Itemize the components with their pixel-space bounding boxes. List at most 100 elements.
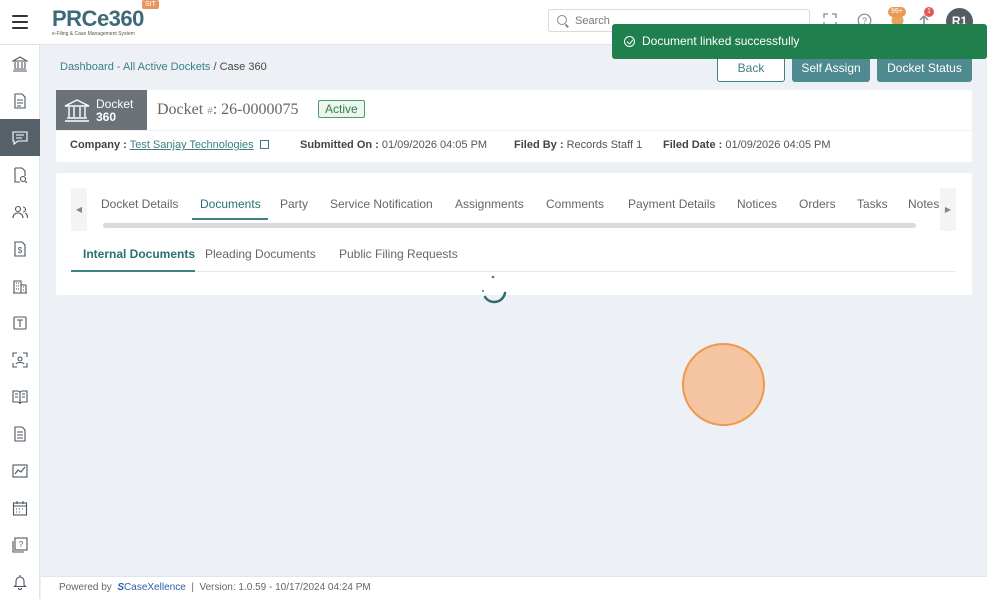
chart-icon	[12, 463, 28, 478]
logo-subtitle: e-Filing & Case Management System	[52, 31, 135, 37]
powered-by-label: Powered by	[59, 582, 112, 593]
tab-strip: ◀ Docket Details Documents Party Service…	[71, 188, 956, 231]
filed-date-label: Filed Date :	[663, 139, 723, 151]
submitted-info: Submitted On : 01/09/2026 04:05 PM	[300, 139, 487, 151]
divider	[56, 130, 972, 131]
sidebar-item-reports[interactable]	[0, 415, 40, 452]
footer-separator: |	[191, 582, 194, 593]
users-icon	[12, 205, 28, 218]
filed-date-info: Filed Date : 01/09/2026 04:05 PM	[663, 139, 831, 151]
docket-tag-number: 360	[96, 110, 117, 124]
scan-icon	[12, 351, 28, 368]
sidebar-item-help[interactable]: ?	[0, 526, 40, 563]
sidebar-item-analytics[interactable]	[0, 452, 40, 489]
docket-number: : 26-0000075	[212, 101, 299, 118]
document-search-icon	[14, 166, 28, 183]
docket-title: Docket #: 26-0000075	[157, 101, 298, 119]
filed-by-info: Filed By : Records Staff 1	[514, 139, 642, 151]
sidebar-item-users[interactable]	[0, 193, 40, 230]
cursor-highlight	[682, 343, 765, 426]
docket-status-button[interactable]: Docket Status	[877, 55, 972, 82]
loading-spinner-icon	[482, 275, 507, 304]
search-icon	[557, 15, 567, 25]
book-icon	[12, 389, 28, 404]
breadcrumb: Dashboard - All Active Dockets / Case 36…	[60, 61, 267, 73]
success-toast[interactable]: Document linked successfully	[612, 24, 987, 59]
docket-tabs-card: ◀ Docket Details Documents Party Service…	[56, 173, 972, 295]
building-icon	[13, 279, 27, 294]
bell-icon	[13, 574, 27, 590]
logo-text: PRCe360	[52, 6, 144, 31]
active-subtab-indicator	[71, 270, 195, 272]
svg-text:?: ?	[19, 540, 24, 549]
sidebar-item-scan[interactable]	[0, 341, 40, 378]
tab-documents[interactable]: Documents	[200, 197, 261, 211]
docket-title-prefix: Docket	[157, 101, 204, 118]
tab-docket-details[interactable]: Docket Details	[101, 197, 178, 211]
alerts-count-badge: 1	[924, 7, 934, 17]
environment-badge: SIT	[142, 0, 159, 9]
filed-by-value: Records Staff 1	[566, 139, 643, 151]
company-link[interactable]: Test Sanjay Technologies	[130, 139, 254, 151]
breadcrumb-separator: -	[113, 61, 123, 73]
tab-payment-details[interactable]: Payment Details	[628, 197, 715, 211]
back-button[interactable]: Back	[717, 55, 785, 82]
template-icon	[13, 315, 27, 330]
filed-by-label: Filed By :	[514, 139, 564, 151]
breadcrumb-dashboard[interactable]: Dashboard	[60, 61, 114, 73]
tab-service-notification[interactable]: Service Notification	[330, 197, 433, 211]
brand-name[interactable]: CaseXellence	[124, 582, 186, 593]
tab-notes[interactable]: Notes	[908, 197, 940, 211]
dollar-document-icon: $	[14, 240, 26, 257]
company-label: Company :	[70, 139, 127, 151]
sidebar-item-templates[interactable]	[0, 304, 40, 341]
tab-scroll-left-icon[interactable]: ◀	[71, 188, 87, 231]
docket-360-tag: Docket 360	[56, 90, 147, 130]
self-assign-button[interactable]: Self Assign	[792, 55, 870, 82]
breadcrumb-separator: /	[210, 61, 220, 73]
breadcrumb-current: Case 360	[219, 61, 267, 73]
sidebar-item-search-documents[interactable]	[0, 156, 40, 193]
company-info: Company : Test Sanjay Technologies	[70, 139, 269, 151]
filed-date-value: 01/09/2026 04:05 PM	[725, 139, 831, 151]
tab-comments[interactable]: Comments	[546, 197, 604, 211]
external-link-icon[interactable]	[259, 140, 269, 149]
subtab-internal-documents[interactable]: Internal Documents	[83, 247, 195, 261]
sidebar-item-documents[interactable]	[0, 82, 40, 119]
tab-tasks[interactable]: Tasks	[857, 197, 888, 211]
submitted-value: 01/09/2026 04:05 PM	[381, 139, 488, 151]
help-icon: ?	[12, 536, 28, 553]
sidebar-item-alerts[interactable]	[0, 563, 40, 599]
bank-icon	[64, 99, 90, 122]
version-info: Version: 1.0.59 - 10/17/2024 04:24 PM	[199, 582, 371, 593]
sidebar-item-organizations[interactable]	[0, 267, 40, 304]
subtab-public-filing-requests[interactable]: Public Filing Requests	[339, 247, 458, 261]
active-tab-indicator	[192, 218, 268, 220]
calendar-icon	[12, 500, 28, 516]
check-circle-icon	[624, 36, 635, 47]
tab-orders[interactable]: Orders	[799, 197, 836, 211]
document-subtabs: Internal Documents Pleading Documents Pu…	[71, 238, 956, 272]
tab-scroll-right-icon[interactable]: ▶	[940, 188, 956, 231]
sidebar-item-rules[interactable]	[0, 378, 40, 415]
sidebar-item-home[interactable]	[0, 45, 40, 82]
tab-notices[interactable]: Notices	[737, 197, 777, 211]
tab-party[interactable]: Party	[280, 197, 308, 211]
tab-scrollbar[interactable]	[103, 223, 916, 228]
sidebar-item-calendar[interactable]	[0, 489, 40, 526]
toast-message: Document linked successfully	[642, 34, 800, 48]
chat-icon	[12, 130, 28, 145]
breadcrumb-all-active-dockets[interactable]: All Active Dockets	[123, 61, 210, 73]
svg-text:$: $	[18, 246, 23, 255]
app-logo[interactable]: PRCe360 e-Filing & Case Management Syste…	[52, 6, 162, 38]
hamburger-menu-icon[interactable]	[12, 15, 28, 29]
subtab-pleading-documents[interactable]: Pleading Documents	[205, 247, 316, 261]
docket-tag-label: Docket	[96, 97, 134, 111]
sidebar-item-payments[interactable]: $	[0, 230, 40, 267]
tab-assignments[interactable]: Assignments	[455, 197, 524, 211]
file-text-icon	[14, 425, 26, 442]
footer: Powered by SCaseXellence | Version: 1.0.…	[41, 576, 987, 599]
sidebar-item-dockets[interactable]	[0, 119, 40, 156]
status-badge: Active	[318, 100, 365, 118]
notifications-count-badge: 99+	[888, 7, 906, 17]
